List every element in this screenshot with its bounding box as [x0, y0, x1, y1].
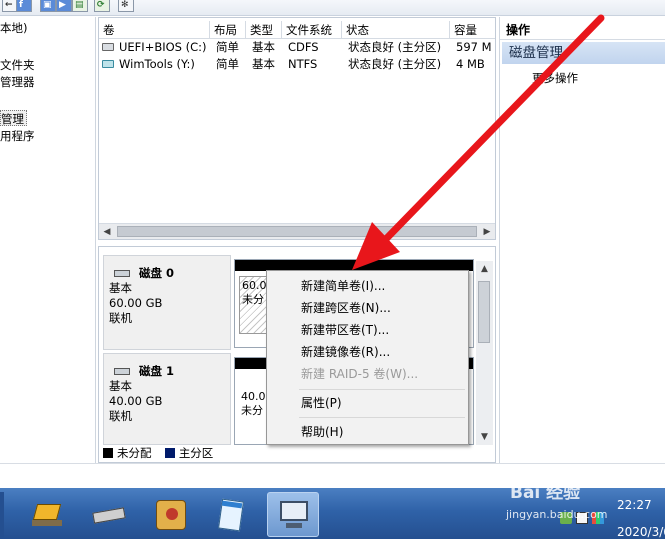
disk-icon [114, 270, 130, 277]
refresh-icon[interactable]: ⟳ [94, 0, 110, 12]
disk-size: 60.00 GB [109, 296, 163, 310]
tree-item-shared-folders[interactable]: 文件夹 [0, 57, 35, 73]
menu-separator [299, 417, 465, 418]
volume-capacity: 4 MB [456, 57, 485, 71]
menu-item-new-mirrored-volume[interactable]: 新建镜像卷(R)... [301, 342, 390, 362]
taskbar-app-computer-management[interactable] [267, 492, 319, 537]
volume-type: 基本 [252, 40, 275, 54]
baidu-watermark: Bai 经验 [510, 483, 581, 503]
volume-layout: 简单 [216, 57, 239, 71]
settings-icon[interactable]: ✻ [118, 0, 134, 12]
menu-item-new-simple-volume[interactable]: 新建简单卷(I)... [301, 276, 385, 296]
vertical-scrollbar[interactable]: ▲ ▼ [476, 261, 493, 445]
scroll-left-icon[interactable]: ◀ [99, 224, 115, 239]
taskbar-app-partition-tool[interactable] [146, 492, 198, 537]
baidu-watermark-domain: jingyan.baidu.com [506, 508, 608, 521]
partition-size: 40.0 [241, 390, 266, 403]
actions-title: 操作 [500, 20, 665, 40]
disk-state: 联机 [109, 409, 132, 423]
clock-time: 22:27 [617, 498, 652, 512]
volume-name: WimTools (Y:) [119, 57, 195, 71]
actions-section-disk-management[interactable]: 磁盘管理 [502, 42, 665, 64]
horizontal-scrollbar[interactable]: ◀ ▶ [99, 223, 495, 239]
console-tree: 本地) 文件夹 管理器 管理 用程序 [0, 17, 96, 463]
disk-size: 40.00 GB [109, 394, 163, 408]
volume-filesystem: CDFS [288, 40, 319, 54]
column-header-capacity[interactable]: 容量 [450, 21, 495, 39]
menu-separator [299, 389, 465, 390]
clock[interactable]: 22:27 2020/3/6 [617, 498, 665, 539]
tree-item-disk-management[interactable]: 管理 [0, 110, 27, 126]
clock-date: 2020/3/6 [617, 525, 665, 539]
volume-status: 状态良好 (主分区) [348, 40, 442, 54]
column-header-status[interactable]: 状态 [342, 21, 450, 39]
tree-item-local[interactable]: 本地) [0, 20, 28, 36]
menu-item-help[interactable]: 帮助(H) [301, 422, 343, 442]
help-icon[interactable]: ▶ [56, 0, 72, 12]
context-menu: 新建简单卷(I)... 新建跨区卷(N)... 新建带区卷(T)... 新建镜像… [266, 270, 469, 445]
column-header-type[interactable]: 类型 [246, 21, 282, 39]
actions-pane: 操作 磁盘管理 更多操作 [499, 17, 665, 463]
disk-0-label[interactable]: 磁盘 0 基本 60.00 GB 联机 [103, 255, 231, 350]
partition-state: 未分 [241, 404, 263, 417]
scrollbar-thumb[interactable] [478, 281, 490, 343]
more-actions-link[interactable]: 更多操作 [532, 70, 578, 86]
table-row[interactable]: WimTools (Y:) 简单 基本 NTFS 状态良好 (主分区) 4 MB [99, 56, 495, 73]
volume-filesystem: NTFS [288, 57, 318, 71]
disk-name: 磁盘 0 [109, 266, 230, 281]
scroll-right-icon[interactable]: ▶ [479, 224, 495, 239]
toolbar: ← f ▣ ▶ ▤ ⟳ ✻ [0, 0, 665, 16]
scroll-down-icon[interactable]: ▼ [476, 429, 493, 445]
taskbar-app-notepad[interactable] [206, 492, 258, 537]
volume-type: 基本 [252, 57, 275, 71]
volume-layout: 简单 [216, 40, 239, 54]
partition-body: 40.0 未分 [239, 388, 268, 420]
legend-primary: 主分区 [178, 446, 214, 460]
column-header-volume[interactable]: 卷 [99, 21, 210, 39]
volume-name: UEFI+BIOS (C:) [119, 40, 207, 54]
taskbar-app-usb-tool[interactable] [22, 492, 74, 537]
table-row[interactable]: UEFI+BIOS (C:) 简单 基本 CDFS 状态良好 (主分区) 597… [99, 39, 495, 56]
column-header-layout[interactable]: 布局 [210, 21, 246, 39]
start-edge[interactable] [0, 492, 4, 537]
taskbar-app-memory[interactable] [84, 492, 136, 537]
column-header-filesystem[interactable]: 文件系统 [282, 21, 342, 39]
properties-icon[interactable]: ▣ [40, 0, 56, 12]
disk-icon [114, 368, 130, 375]
volume-list-header: 卷 布局 类型 文件系统 状态 容量 [99, 21, 495, 39]
disk-state: 联机 [109, 311, 132, 325]
show-hide-tree-icon[interactable]: ▤ [72, 0, 88, 12]
disk-type: 基本 [109, 281, 132, 295]
forward-icon[interactable]: f [16, 0, 32, 12]
unallocated-swatch [103, 448, 113, 458]
menu-item-properties[interactable]: 属性(P) [301, 393, 342, 413]
drive-icon [102, 43, 114, 51]
volume-list: 卷 布局 类型 文件系统 状态 容量 UEFI+BIOS (C:) 简单 基本 … [98, 17, 496, 240]
menu-item-new-striped-volume[interactable]: 新建带区卷(T)... [301, 320, 389, 340]
volume-capacity: 597 M [456, 40, 492, 54]
disk-name: 磁盘 1 [109, 364, 230, 379]
disk-1-label[interactable]: 磁盘 1 基本 40.00 GB 联机 [103, 353, 231, 445]
menu-item-new-raid5-volume: 新建 RAID-5 卷(W)... [301, 367, 419, 381]
legend: 未分配 主分区 [103, 445, 491, 461]
volume-status: 状态良好 (主分区) [348, 57, 442, 71]
disk-type: 基本 [109, 379, 132, 393]
scrollbar-thumb[interactable] [117, 226, 477, 237]
scroll-up-icon[interactable]: ▲ [476, 261, 493, 277]
network-drive-icon [102, 60, 114, 68]
tree-item-services-apps[interactable]: 用程序 [0, 128, 35, 144]
legend-unallocated: 未分配 [117, 446, 152, 460]
primary-swatch [164, 448, 175, 458]
tree-item-device-manager[interactable]: 管理器 [0, 74, 35, 90]
menu-item-new-spanned-volume[interactable]: 新建跨区卷(N)... [301, 298, 391, 318]
